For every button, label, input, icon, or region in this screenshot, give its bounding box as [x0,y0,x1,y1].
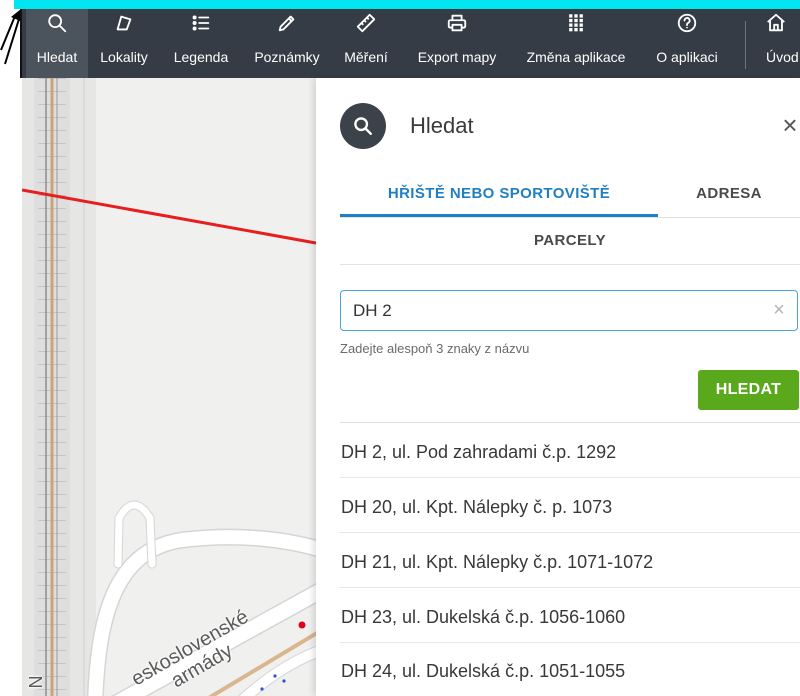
map-view[interactable]: eskoslovenské armády N [22,78,316,696]
tab-parcely[interactable]: PARCELY [340,218,800,264]
toolbar-item-label: Legenda [173,49,229,65]
search-panel: Hledat × HŘIŠTĚ NEBO SPORTOVIŠTĚ ADRESA … [316,78,800,696]
result-item[interactable]: DH 21, ul. Kpt. Nálepky č.p. 1071-1072 [340,533,800,588]
top-banner [14,0,800,9]
tab-label: PARCELY [534,232,606,249]
map-canvas [22,78,316,696]
toolbar-item-uvod[interactable]: Úvod [760,9,800,78]
toolbar-item-label: Úvod [766,49,799,65]
clear-search-button[interactable]: × [772,290,786,331]
panel-title: Hledat [410,113,474,138]
apps-grid-icon [565,12,587,34]
toolbar-item-label: Poznámky [254,49,320,65]
toolbar-item-label: Export mapy [417,49,497,65]
toolbar-item-mereni[interactable]: Měření [336,9,396,78]
result-item[interactable]: DH 23, ul. Dukelská č.p. 1056-1060 [340,588,800,643]
tab-divider [340,264,800,265]
tab-hriste-sportoviste[interactable]: HŘIŠTĚ NEBO SPORTOVIŠTĚ [340,170,658,217]
toolbar-item-label: Změna aplikace [526,49,626,65]
help-icon [676,12,698,34]
toolbar-separator [745,21,746,69]
search-button[interactable]: HLEDAT [698,370,799,410]
railway-corridor [22,78,96,696]
toolbar-item-label: Lokality [100,49,148,65]
poi-dot [260,687,264,691]
toolbar-item-lokality[interactable]: Lokality [94,9,154,78]
result-item[interactable]: DH 2, ul. Pod zahradami č.p. 1292 [340,423,800,478]
toolbar-item-export-mapy[interactable]: Export mapy [407,9,507,78]
edge-street-label: N [26,675,46,689]
printer-icon [446,12,468,34]
tab-label: HŘIŠTĚ NEBO SPORTOVIŠTĚ [387,185,611,202]
poi-dot [273,674,277,678]
poi-dot [282,679,286,683]
search-icon [46,12,68,34]
tab-label: ADRESA [696,185,762,202]
ruler-icon [355,12,377,34]
home-icon [765,12,787,34]
poi-dot [298,621,306,629]
search-input[interactable] [340,290,798,331]
toolbar-item-hledat[interactable]: Hledat [26,9,88,78]
toolbar-item-legenda[interactable]: Legenda [166,9,236,78]
result-item[interactable]: DH 24, ul. Dukelská č.p. 1051-1055 [340,643,800,696]
toolbar-item-zmena-aplikace[interactable]: Změna aplikace [517,9,635,78]
main-toolbar: Hledat Lokality Legenda Poznámky Měření … [20,9,800,78]
toolbar-item-label: Měření [344,49,388,65]
tab-adresa[interactable]: ADRESA [658,170,800,217]
toolbar-item-poznamky[interactable]: Poznámky [248,9,326,78]
search-hint: Zadejte alespoň 3 znaky z názvu [340,341,530,356]
panel-search-icon [340,103,386,149]
result-item[interactable]: DH 20, ul. Kpt. Nálepky č. p. 1073 [340,478,800,533]
results-list: DH 2, ul. Pod zahradami č.p. 1292 DH 20,… [340,422,800,696]
list-icon [190,12,212,34]
search-field: × [340,290,798,331]
toolbar-item-o-aplikaci[interactable]: O aplikaci [646,9,728,78]
close-icon[interactable]: × [782,110,798,140]
toolbar-item-label: Hledat [36,49,78,65]
pencil-icon [276,12,298,34]
polygon-icon [113,12,135,34]
toolbar-item-label: O aplikaci [656,49,718,65]
